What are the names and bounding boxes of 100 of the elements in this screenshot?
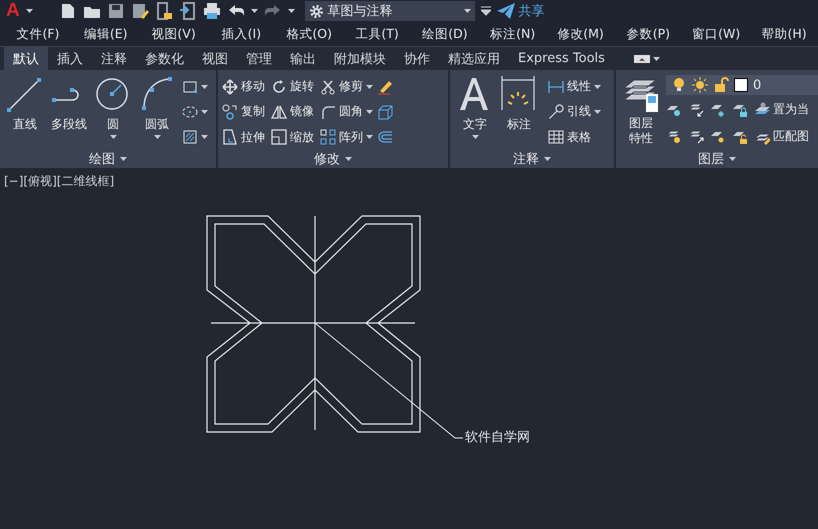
panel-title[interactable]: 图层: [698, 150, 724, 168]
ribbon-tab[interactable]: 协作: [395, 47, 439, 70]
ribbon-tab[interactable]: 精选应用: [439, 47, 509, 70]
save-as-icon[interactable]: [130, 2, 149, 20]
tool-button[interactable]: 修剪: [320, 76, 373, 98]
menu-item[interactable]: 格式(O): [275, 26, 344, 42]
tool-button[interactable]: 旋转: [271, 76, 314, 98]
tool-button[interactable]: 移动: [222, 76, 265, 98]
tool-button[interactable]: 圆: [92, 74, 134, 150]
layer-dropdown[interactable]: 0: [666, 75, 818, 96]
layers-arrow-icon: [688, 102, 704, 118]
save-icon[interactable]: [106, 2, 125, 20]
viewport-controls[interactable]: [−][俯视][二维线框]: [4, 173, 114, 190]
leader-icon: [548, 104, 564, 120]
menu-item[interactable]: 绘图(D): [410, 26, 479, 42]
tool-button[interactable]: 引线: [548, 100, 601, 123]
panel-title[interactable]: 修改: [314, 150, 340, 168]
layers-arrow-icon: [688, 128, 704, 145]
caret-icon[interactable]: [366, 135, 373, 140]
caret-icon[interactable]: [366, 110, 373, 114]
ribbon-tab[interactable]: 输出: [281, 47, 325, 70]
menu-item[interactable]: 插入(I): [207, 26, 276, 42]
tool-button[interactable]: 多段线: [48, 74, 90, 150]
tool-button[interactable]: 置为当: [754, 98, 809, 121]
tool-button[interactable]: 复制: [222, 100, 265, 123]
caret-icon[interactable]: [729, 157, 736, 161]
tool-button[interactable]: 阵列: [320, 126, 373, 148]
ribbon-tab[interactable]: 附加模块: [325, 47, 395, 70]
tool-button[interactable]: 线性: [548, 76, 601, 98]
tool-button[interactable]: 镜像: [271, 100, 314, 123]
panel-title[interactable]: 绘图: [89, 150, 115, 168]
print-icon[interactable]: [202, 2, 221, 20]
caret-icon[interactable]: [652, 56, 660, 60]
caret-icon[interactable]: [110, 135, 116, 139]
ribbon-tab[interactable]: 参数化: [136, 47, 193, 70]
caret-icon[interactable]: [594, 84, 601, 89]
ribbon-tab[interactable]: 默认: [4, 47, 48, 70]
tool-button[interactable]: 匹配图: [754, 126, 809, 148]
caret-icon[interactable]: [250, 9, 258, 13]
workspace-dropdown[interactable]: 草图与注释: [304, 1, 475, 21]
color-swatch: [734, 78, 748, 92]
fillet-icon: [320, 104, 336, 120]
copy-icon: [222, 104, 238, 120]
ribbon-tab[interactable]: 插入: [48, 47, 92, 70]
caret-icon[interactable]: [464, 9, 471, 13]
menu-item[interactable]: 参数(P): [614, 26, 682, 42]
ribbon-tab[interactable]: 注释: [92, 47, 136, 70]
box-icon: [377, 104, 393, 120]
paper-plane-icon: [496, 3, 515, 19]
linear-dimension-icon: [548, 78, 564, 95]
tool-button[interactable]: 文字: [454, 74, 496, 150]
menu-item[interactable]: 视图(V): [140, 26, 208, 42]
panel-title[interactable]: 注释: [513, 150, 539, 168]
device-arrow-icon[interactable]: [178, 2, 197, 20]
unlock-icon: [713, 77, 729, 94]
ribbon-tab[interactable]: 管理: [237, 47, 281, 70]
panel-toggle-icon: [634, 54, 650, 62]
rotate-icon: [271, 78, 287, 95]
caret-icon[interactable]: [120, 157, 127, 161]
device-folder-icon[interactable]: [154, 2, 173, 20]
caret-icon[interactable]: [345, 157, 352, 161]
sun-icon: [692, 77, 708, 94]
tool-button[interactable]: 缩放: [271, 126, 314, 148]
tool-button[interactable]: 拉伸: [222, 126, 265, 148]
mirror-icon: [271, 104, 287, 120]
tool-button[interactable]: 直线: [4, 74, 46, 150]
ribbon-tab[interactable]: 视图: [193, 47, 237, 70]
tool-button[interactable]: 圆弧: [136, 74, 178, 150]
menu-item[interactable]: 帮助(H): [750, 26, 818, 42]
caret-icon[interactable]: [201, 110, 208, 114]
caret-icon[interactable]: [154, 135, 160, 139]
menu-item[interactable]: 工具(T): [343, 26, 411, 42]
stretch-icon: [222, 129, 238, 146]
hatch-icon: [182, 129, 198, 146]
tool-button[interactable]: 标注: [498, 74, 540, 150]
menu-item[interactable]: 编辑(E): [72, 26, 140, 42]
menu-item[interactable]: 文件(F): [4, 26, 72, 42]
scale-icon: [271, 129, 287, 146]
caret-icon[interactable]: [201, 84, 208, 89]
menu-item[interactable]: 标注(N): [478, 26, 547, 42]
caret-icon[interactable]: [594, 110, 601, 114]
caret-icon[interactable]: [201, 135, 208, 140]
customize-icon: [480, 6, 491, 16]
tool-button[interactable]: 表格: [548, 126, 601, 148]
menu-item[interactable]: 修改(M): [546, 26, 614, 42]
ellipse-icon: [182, 104, 198, 120]
leader-text: 软件自学网: [465, 429, 530, 446]
caret-icon[interactable]: [544, 157, 551, 161]
caret-icon[interactable]: [26, 9, 33, 13]
array-icon: [320, 129, 336, 146]
menu-item[interactable]: 窗口(W): [682, 26, 750, 42]
caret-icon[interactable]: [288, 9, 295, 13]
tool-button[interactable]: 图层特性: [620, 74, 662, 150]
share-link[interactable]: 共享: [518, 2, 545, 20]
caret-icon[interactable]: [366, 84, 373, 89]
rectangle-icon: [182, 78, 198, 95]
tool-button[interactable]: 圆角: [320, 100, 373, 123]
ribbon-tab[interactable]: Express Tools: [509, 47, 614, 70]
caret-icon[interactable]: [472, 135, 478, 139]
offset-icon: [377, 129, 393, 146]
